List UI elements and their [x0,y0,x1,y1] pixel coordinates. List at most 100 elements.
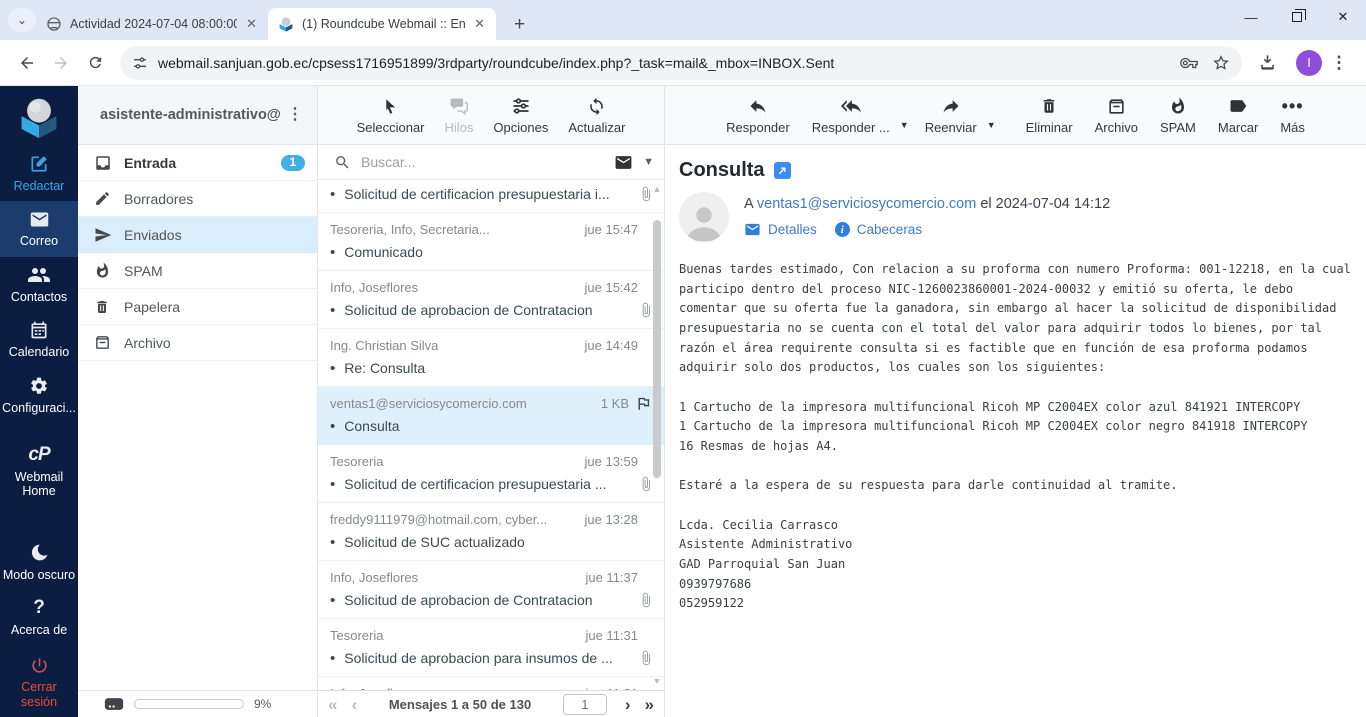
app-sidebar: Redactar Correo Contactos Calendario Con… [0,86,78,717]
reload-button[interactable] [78,46,112,80]
url-text[interactable]: webmail.sanjuan.gob.ec/cpsess1716951899/… [158,55,1166,71]
tab-close-icon[interactable]: ✕ [471,15,488,33]
headers-toggle[interactable]: i Cabeceras [834,222,922,237]
page-number-input[interactable] [562,693,607,715]
next-page-button[interactable]: › [625,696,631,713]
browser-titlebar: ⌄ Actividad 2024-07-04 08:00:00 ✕ (1) Ro… [0,0,1366,40]
browser-profile-avatar[interactable]: I [1296,49,1322,76]
password-key-icon[interactable] [1180,54,1198,72]
folder-menu-kebab-icon[interactable]: ⋮ [281,107,309,123]
browser-menu-icon[interactable]: ⋮ [1322,46,1356,80]
spam-flame-icon [1169,95,1187,117]
recipient-line: A ventas1@serviciosycomercio.com el 2024… [744,196,1111,212]
reply-all-button[interactable]: Responder ... [804,91,898,139]
message-row[interactable]: Tesoreria jue 13:59 • Solicitud de certi… [318,445,664,503]
sidebar-item-webmail-home[interactable]: cP Webmail Home [0,437,78,507]
spam-button[interactable]: SPAM [1152,91,1204,139]
sidebar-item-compose[interactable]: Redactar [0,146,78,201]
folder-item-spam[interactable]: SPAM [78,253,317,289]
recipient-email-link[interactable]: ventas1@serviciosycomercio.com [757,196,976,212]
sidebar-item-about[interactable]: ? Acerca de [0,590,78,645]
message-row[interactable]: Info, Joseflores jue 15:42 • Solicitud d… [318,271,664,329]
details-label: Detalles [768,222,817,237]
bookmark-star-icon[interactable] [1212,54,1230,72]
message-sender: Info, Joseflores [330,569,419,585]
new-tab-button[interactable]: + [506,14,533,36]
message-row[interactable]: Ing. Christian Silva jue 14:49 • Re: Con… [318,329,664,387]
sidebar-item-dark-mode[interactable]: Modo oscuro [0,535,78,590]
last-page-button[interactable]: » [645,696,654,713]
first-page-button[interactable]: « [328,696,337,713]
message-subject: Comunicado [344,244,423,260]
threads-button[interactable]: Hilos [437,91,482,139]
prev-page-button[interactable]: ‹ [351,696,357,713]
refresh-button[interactable]: Actualizar [560,91,633,139]
browser-tab-actividad[interactable]: Actividad 2024-07-04 08:00:00 ✕ [36,8,268,40]
search-scope-envelope-icon[interactable] [614,153,633,172]
list-scrollbar[interactable]: ▲ ▼ [652,182,662,688]
message-list-panel: Seleccionar Hilos Opciones Actualizar Bu… [318,86,665,717]
message-row[interactable]: Info, Joseflores jue 11:21 • aprobacion … [318,677,664,691]
sidebar-item-mail[interactable]: Correo [0,201,78,257]
window-close-button[interactable]: ✕ [1320,0,1366,34]
folder-label: Papelera [124,298,181,315]
forward-dropdown-caret-icon[interactable]: ▼ [987,120,996,130]
folder-label: Borradores [124,190,194,207]
sidebar-item-calendar[interactable]: Calendario [0,312,78,367]
message-row[interactable]: Info, Joseflores jue 11:37 • Solicitud d… [318,561,664,619]
options-button[interactable]: Opciones [485,91,556,139]
open-in-new-window-icon[interactable] [773,162,791,179]
folder-item-enviados[interactable]: Enviados [78,217,317,253]
search-options-chevron-icon[interactable]: ▼ [643,156,654,168]
downloads-icon[interactable] [1250,46,1284,80]
sidebar-item-settings[interactable]: Configuraci... [0,368,78,423]
sidebar-item-contacts[interactable]: Contactos [0,257,78,312]
message-sender: Tesoreria [330,453,384,469]
message-row[interactable]: • Solicitud de certificacion presupuesta… [318,180,664,213]
site-settings-icon[interactable] [132,55,148,71]
browser-tab-roundcube[interactable]: (1) Roundcube Webmail :: Envia ✕ [268,8,496,40]
tab-title: (1) Roundcube Webmail :: Envia [302,17,466,31]
window-restore-button[interactable] [1274,0,1320,34]
message-row[interactable]: Tesoreria, Info, Secretaria... jue 15:47… [318,213,664,271]
forward-button[interactable]: Reenviar [917,91,985,139]
scrollbar-thumb[interactable] [653,220,661,478]
sidebar-item-logout[interactable]: Cerrar sesión [0,647,78,717]
reply-all-dropdown-caret-icon[interactable]: ▼ [900,120,909,130]
back-button[interactable] [10,46,44,80]
reply-button[interactable]: Responder [718,91,798,139]
button-label: Eliminar [1025,120,1073,135]
delete-button[interactable]: Eliminar [1018,91,1081,139]
archive-button[interactable]: Archivo [1087,91,1146,139]
tab-search-chevron-icon[interactable]: ⌄ [8,8,36,32]
trash-icon [1040,95,1058,117]
more-button[interactable]: ••• Más [1272,91,1313,139]
folder-item-archivo[interactable]: Archivo [78,325,317,361]
flag-icon[interactable] [635,395,652,412]
forward-button[interactable] [44,46,78,80]
message-date: jue 14:49 [584,337,639,353]
folder-item-papelera[interactable]: Papelera [78,289,317,325]
roundcube-logo [17,96,61,140]
select-button[interactable]: Seleccionar [349,91,433,139]
button-label: Actualizar [568,120,626,135]
window-minimize-button[interactable]: — [1228,0,1274,34]
message-row[interactable]: Tesoreria jue 11:31 • Solicitud de aprob… [318,619,664,677]
address-bar[interactable]: webmail.sanjuan.gob.ec/cpsess1716951899/… [120,45,1242,80]
tab-close-icon[interactable]: ✕ [243,15,260,33]
drafts-pencil-icon [94,190,112,207]
folder-panel: asistente-administrativo@s... ⋮ Entrada … [78,86,318,717]
roundcube-favicon [278,16,294,32]
message-row[interactable]: freddy9111979@hotmail.com, cyber... jue … [318,503,664,561]
scroll-down-icon[interactable]: ▼ [652,676,662,686]
search-input[interactable] [361,154,605,170]
scroll-up-icon[interactable]: ▲ [652,184,662,194]
folder-item-entrada[interactable]: Entrada 1 [78,145,317,181]
message-row-selected[interactable]: ventas1@serviciosycomercio.com 1 KB • Co… [318,387,664,445]
folder-item-borradores[interactable]: Borradores [78,181,317,217]
calendar-icon [29,319,49,341]
message-sender: ventas1@serviciosycomercio.com [330,395,527,411]
mark-button[interactable]: Marcar [1210,91,1266,139]
reader-toolbar: Responder Responder ... ▼ Reenviar ▼ Eli… [665,86,1366,145]
details-toggle[interactable]: Detalles [744,221,817,238]
